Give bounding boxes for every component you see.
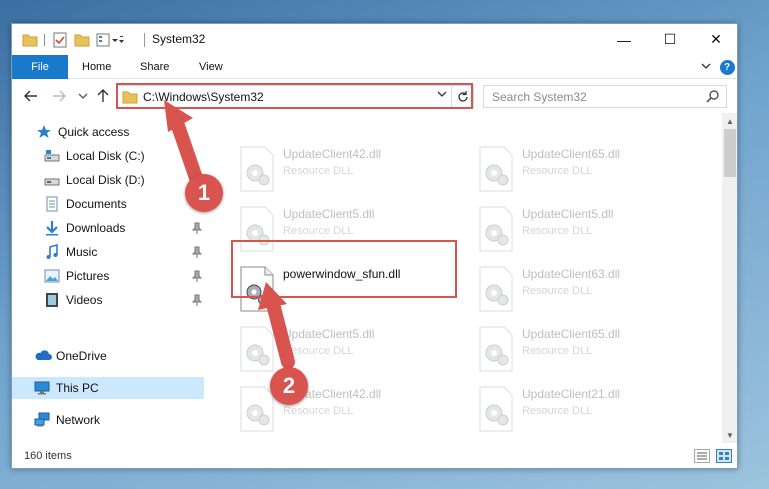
arrow-2 (258, 282, 295, 369)
step-1-badge: 1 (185, 174, 223, 212)
annotation-arrows (164, 100, 295, 369)
arrow-1 (164, 100, 203, 185)
step-2-badge: 2 (270, 367, 308, 405)
